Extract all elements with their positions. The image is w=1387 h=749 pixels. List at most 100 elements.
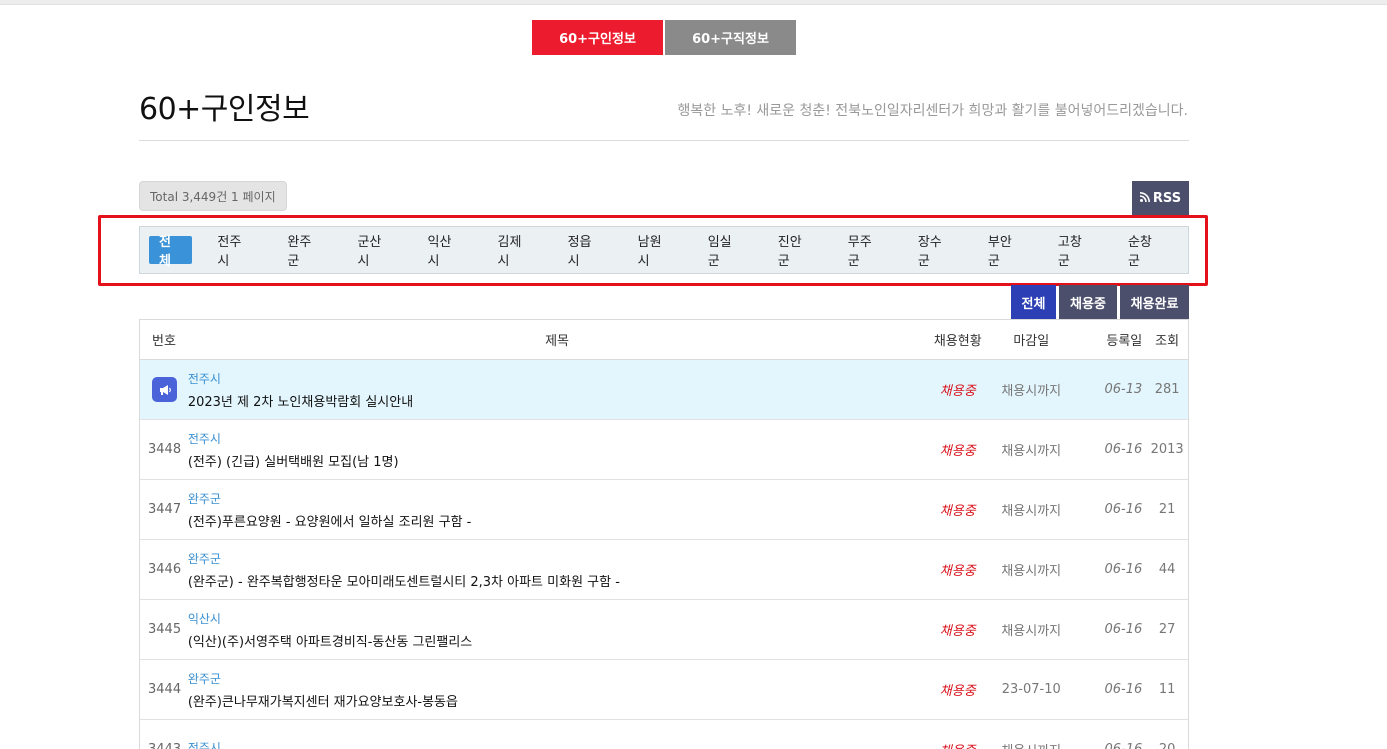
row-views: 2013 (1150, 442, 1184, 457)
region-all[interactable]: 전체 (149, 235, 193, 269)
row-category[interactable]: 전주시 (188, 739, 926, 749)
row-status: 채용중 (939, 624, 976, 639)
row-status: 채용중 (939, 504, 976, 519)
title-divider (139, 140, 1189, 141)
row-category[interactable]: 완주군 (188, 490, 926, 507)
row-date: 06-16 (1104, 622, 1143, 637)
table-row[interactable]: 3446 완주군 (완주군) - 완주복합행정타운 모아미래도센트럴시티 2,3… (140, 540, 1188, 600)
row-date: 06-16 (1104, 562, 1143, 577)
region-jeonju[interactable]: 전주시 (207, 235, 262, 269)
row-views: 44 (1158, 562, 1176, 577)
row-status: 채용중 (939, 564, 976, 579)
table-header: 번호 제목 채용현황 마감일 등록일 조회 (140, 320, 1188, 360)
row-title-link[interactable]: 2023년 제 2차 노인채용박람회 실시안내 (188, 391, 926, 410)
filter-closed-button[interactable]: 채용완료 (1120, 285, 1189, 319)
table-row[interactable]: 3445 익산시 (익산)(주)서영주택 아파트경비직-동산동 그린팰리스 채용… (140, 600, 1188, 660)
row-category[interactable]: 완주군 (188, 550, 926, 567)
region-jeongeup[interactable]: 정읍시 (558, 235, 613, 269)
region-wanju[interactable]: 완주군 (277, 235, 332, 269)
row-status: 채용중 (939, 684, 976, 699)
filter-all-button[interactable]: 전체 (1011, 285, 1056, 319)
row-num: 3443 (140, 742, 188, 749)
row-date: 06-16 (1104, 502, 1143, 517)
row-deadline: 채용시까지 (1001, 564, 1062, 579)
row-title-link[interactable]: (익산)(주)서영주택 아파트경비직-동산동 그린팰리스 (188, 631, 926, 650)
region-buan[interactable]: 부안군 (978, 235, 1033, 269)
row-subject: 익산시 (익산)(주)서영주택 아파트경비직-동산동 그린팰리스 (188, 610, 926, 650)
row-title-link[interactable]: (완주)큰나무재가복지센터 재가요양보호사-봉동읍 (188, 691, 926, 710)
table-row[interactable]: 3444 완주군 (완주)큰나무재가복지센터 재가요양보호사-봉동읍 채용중 2… (140, 660, 1188, 720)
table-row-notice[interactable]: 전주시 2023년 제 2차 노인채용박람회 실시안내 채용중 채용시까지 06… (140, 360, 1188, 420)
status-filter-buttons: 전체 채용중 채용완료 (1011, 285, 1189, 319)
top-border (0, 0, 1387, 5)
region-sunchang[interactable]: 순창군 (1118, 235, 1173, 269)
row-date: 06-16 (1104, 442, 1143, 457)
row-subject: 전주시 (188, 739, 926, 749)
region-gunsan[interactable]: 군산시 (347, 235, 402, 269)
row-status: 채용중 (939, 384, 976, 399)
tab-job-offers[interactable]: 60+구인정보 (532, 20, 663, 55)
row-deadline: 채용시까지 (1001, 504, 1062, 519)
row-subject: 전주시 2023년 제 2차 노인채용박람회 실시안내 (188, 370, 926, 410)
region-jangsu[interactable]: 장수군 (908, 235, 963, 269)
row-num (140, 377, 188, 402)
region-jinan[interactable]: 진안군 (768, 235, 823, 269)
row-subject: 완주군 (완주군) - 완주복합행정타운 모아미래도센트럴시티 2,3차 아파트… (188, 550, 926, 590)
row-category[interactable]: 익산시 (188, 610, 926, 627)
row-date: 06-13 (1104, 382, 1143, 397)
rss-button[interactable]: RSS (1132, 181, 1189, 216)
region-imsil[interactable]: 임실군 (698, 235, 753, 269)
table-row[interactable]: 3447 완주군 (전주)푸른요양원 - 요양원에서 일하실 조리원 구함 - … (140, 480, 1188, 540)
row-title-link[interactable]: (완주군) - 완주복합행정타운 모아미래도센트럴시티 2,3차 아파트 미화원… (188, 571, 926, 590)
row-views: 281 (1154, 382, 1180, 397)
row-category[interactable]: 전주시 (188, 430, 926, 447)
row-num: 3448 (148, 442, 182, 457)
row-deadline: 23-07-10 (1001, 682, 1061, 697)
row-subject: 전주시 (전주) (긴급) 실버택배원 모집(남 1명) (188, 430, 926, 470)
row-views: 11 (1158, 682, 1176, 697)
row-category[interactable]: 완주군 (188, 670, 926, 687)
region-namwon[interactable]: 남원시 (628, 235, 683, 269)
row-date: 06-16 (1104, 682, 1143, 697)
row-views: 20 (1146, 742, 1188, 749)
header-status: 채용현황 (933, 334, 982, 349)
row-deadline: 채용시까지 (1001, 444, 1062, 459)
rss-label: RSS (1152, 191, 1182, 206)
row-date: 06-16 (1073, 742, 1146, 749)
row-num: 3445 (148, 622, 182, 637)
top-tabs: 60+구인정보 60+구직정보 (532, 20, 796, 55)
rss-icon (1139, 191, 1150, 206)
filter-open-button[interactable]: 채용중 (1059, 285, 1117, 319)
row-status: 채용중 (939, 444, 976, 459)
region-muju[interactable]: 무주군 (838, 235, 893, 269)
row-num: 3444 (148, 682, 182, 697)
row-title-link[interactable]: (전주)푸른요양원 - 요양원에서 일하실 조리원 구함 - (188, 511, 926, 530)
tab-job-seekers[interactable]: 60+구직정보 (665, 20, 796, 55)
region-filter-bar: 전체 전주시 완주군 군산시 익산시 김제시 정읍시 남원시 임실군 진안군 무… (139, 226, 1189, 274)
region-gochang[interactable]: 고창군 (1048, 235, 1103, 269)
row-deadline: 채용시까지 (1001, 624, 1062, 639)
job-board-table: 번호 제목 채용현황 마감일 등록일 조회 전주시 2023년 제 2차 노인채… (139, 319, 1189, 749)
region-gimje[interactable]: 김제시 (488, 235, 543, 269)
page-title: 60+구인정보 (139, 92, 310, 127)
row-deadline: 채용시까지 (1001, 384, 1062, 399)
table-row[interactable]: 3443 전주시 채용중 채용시까지 06-16 20 (140, 720, 1188, 749)
row-views: 27 (1158, 622, 1176, 637)
table-row[interactable]: 3448 전주시 (전주) (긴급) 실버택배원 모집(남 1명) 채용중 채용… (140, 420, 1188, 480)
row-category[interactable]: 전주시 (188, 370, 926, 387)
row-views: 21 (1158, 502, 1176, 517)
header-views: 조회 (1155, 334, 1180, 349)
row-title-link[interactable]: (전주) (긴급) 실버택배원 모집(남 1명) (188, 451, 926, 470)
row-status: 채용중 (926, 740, 990, 749)
megaphone-icon (152, 377, 177, 402)
header-date: 등록일 (1106, 334, 1143, 349)
row-deadline: 채용시까지 (990, 740, 1073, 749)
row-num: 3446 (148, 562, 182, 577)
region-iksan[interactable]: 익산시 (418, 235, 473, 269)
page-subtitle: 행복한 노후! 새로운 청춘! 전북노인일자리센터가 희망과 활기를 불어넣어드… (677, 103, 1188, 119)
header-deadline: 마감일 (1013, 334, 1050, 349)
header-num: 번호 (152, 334, 176, 349)
total-count-badge: Total 3,449건 1 페이지 (139, 181, 287, 211)
row-num: 3447 (148, 502, 182, 517)
row-subject: 완주군 (전주)푸른요양원 - 요양원에서 일하실 조리원 구함 - (188, 490, 926, 530)
